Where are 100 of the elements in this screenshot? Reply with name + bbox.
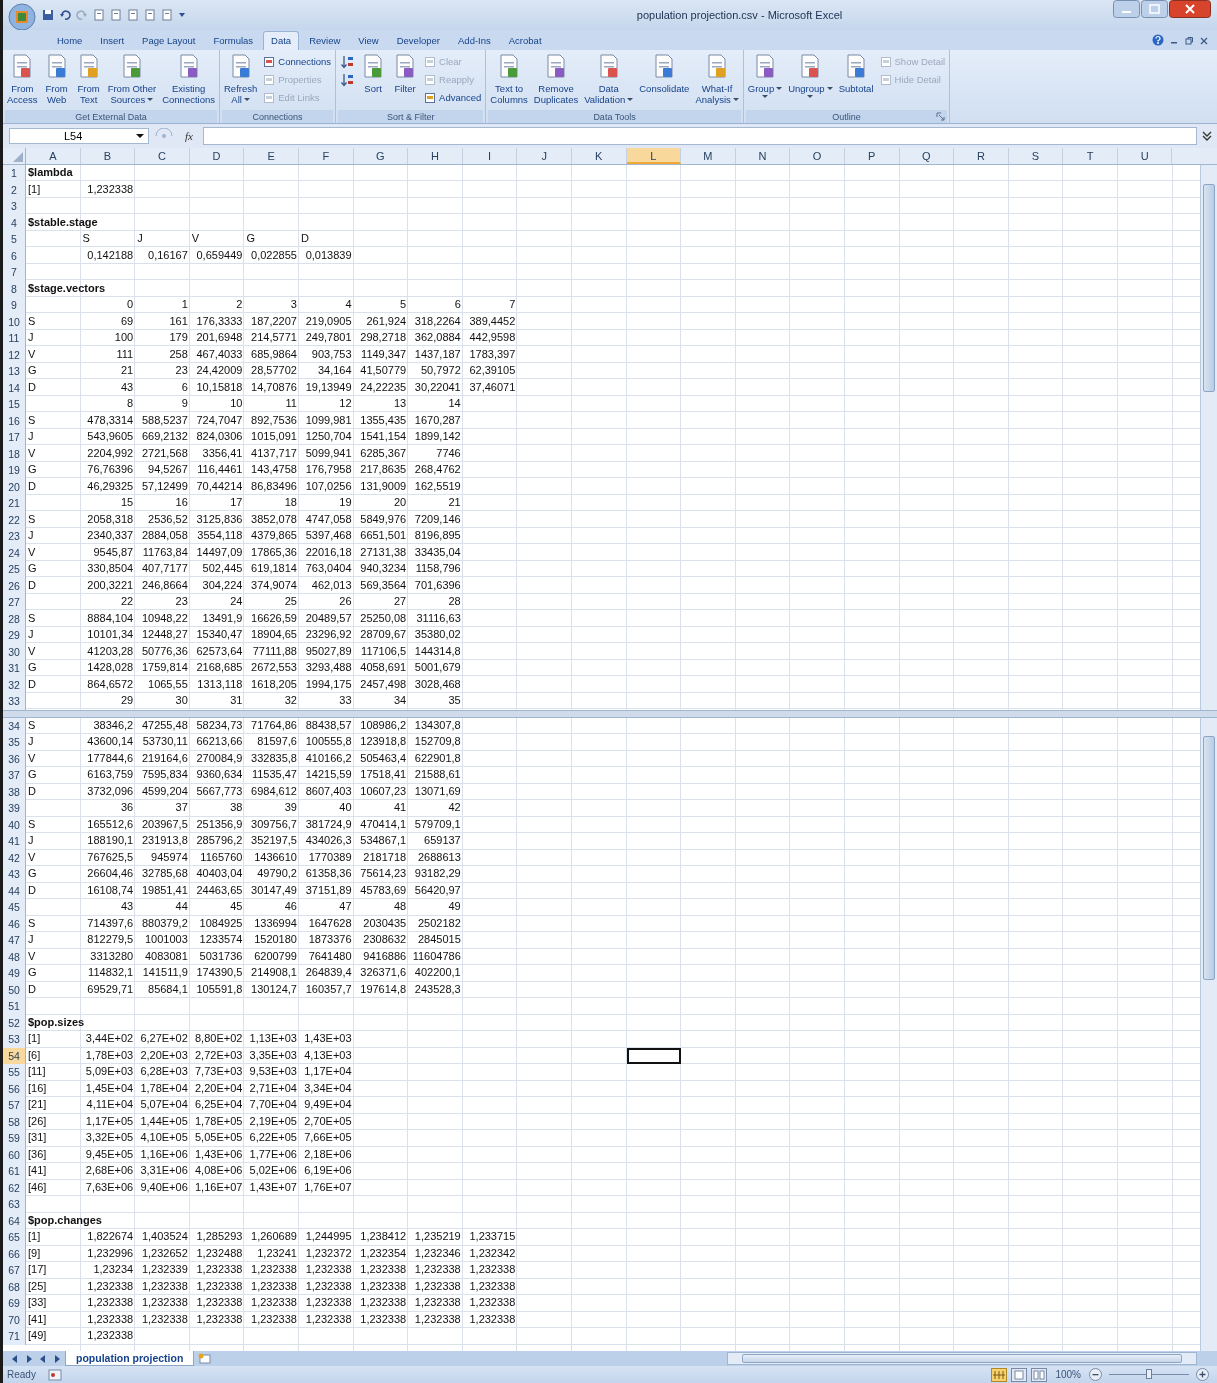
column-header[interactable]: E [244, 148, 299, 164]
page-layout-icon[interactable] [1011, 1367, 1028, 1382]
ribbon-tab[interactable]: Data [263, 31, 300, 50]
row-header[interactable]: 43 [3, 866, 26, 883]
row-header[interactable]: 49 [3, 965, 26, 982]
zoom-slider[interactable] [1146, 1369, 1152, 1379]
maximize-button[interactable] [1141, 0, 1168, 18]
row-header[interactable]: 29 [3, 627, 26, 644]
ribbon-button[interactable]: Filter [390, 53, 421, 94]
ribbon-tab[interactable]: Formulas [205, 31, 262, 50]
column-header[interactable]: S [1008, 148, 1064, 164]
column-header[interactable]: U [1117, 148, 1173, 164]
ribbon-button[interactable]: Refresh All [222, 53, 260, 105]
row-header[interactable]: 53 [3, 1031, 26, 1048]
vertical-scrollbar[interactable] [1200, 165, 1217, 710]
document-icon[interactable] [110, 9, 122, 21]
row-header[interactable]: 47 [3, 932, 26, 949]
column-header[interactable]: P [844, 148, 900, 164]
ribbon-button[interactable]: From Other Sources [105, 53, 159, 105]
column-header[interactable]: I [462, 148, 518, 164]
row-header[interactable]: 23 [3, 528, 26, 545]
row-header[interactable]: 27 [3, 594, 26, 611]
row-header[interactable]: 5 [3, 231, 26, 248]
row-header[interactable]: 63 [3, 1196, 26, 1213]
row-header[interactable]: 1 [3, 165, 26, 182]
row-header[interactable]: 67 [3, 1262, 26, 1279]
column-header[interactable]: M [681, 148, 736, 164]
zoom-in-button[interactable] [1196, 1368, 1209, 1381]
row-header[interactable]: 25 [3, 561, 26, 578]
ribbon-button[interactable]: Group [745, 53, 785, 99]
row-header[interactable]: 11 [3, 330, 26, 347]
ribbon-button[interactable]: From Access [5, 53, 40, 105]
zoom-out-button[interactable] [1089, 1368, 1102, 1381]
ribbon-button[interactable]: Existing Connections [160, 53, 217, 105]
ribbon-tab[interactable]: View [350, 31, 387, 50]
row-header[interactable]: 13 [3, 363, 26, 380]
undo-icon[interactable] [59, 9, 71, 21]
row-header[interactable]: 61 [3, 1163, 26, 1180]
normal-view-icon[interactable] [991, 1367, 1008, 1382]
ribbon-button[interactable]: Consolidate [637, 53, 692, 94]
ribbon-button[interactable]: Advanced [422, 89, 484, 106]
document-icon[interactable] [127, 9, 139, 21]
function-label[interactable]: fx [179, 130, 199, 142]
row-header[interactable]: 37 [3, 767, 26, 784]
column-header[interactable]: J [517, 148, 572, 164]
column-header[interactable]: R [954, 148, 1009, 164]
row-header[interactable]: 59 [3, 1130, 26, 1147]
row-header[interactable]: 51 [3, 998, 26, 1015]
column-header[interactable]: Q [899, 148, 955, 164]
pane-splitter[interactable] [3, 709, 1217, 718]
horizontal-scrollbar[interactable] [727, 1352, 1197, 1365]
column-header[interactable]: F [298, 148, 354, 164]
restore-icon[interactable] [1184, 36, 1194, 46]
ribbon-button[interactable]: Connections [261, 53, 334, 70]
row-header[interactable]: 55 [3, 1064, 26, 1081]
close-icon[interactable] [1199, 36, 1209, 46]
row-header[interactable]: 15 [3, 396, 26, 413]
column-header[interactable]: T [1063, 148, 1118, 164]
row-header[interactable]: 57 [3, 1097, 26, 1114]
active-cell[interactable] [626, 1047, 682, 1064]
caret-icon[interactable] [178, 11, 186, 19]
column-header[interactable]: H [408, 148, 463, 164]
column-header[interactable]: G [353, 148, 409, 164]
ribbon-tab[interactable]: Add-Ins [450, 31, 499, 50]
sheet-tab[interactable]: population projection [65, 1351, 195, 1366]
column-header[interactable]: A [26, 148, 81, 164]
row-header[interactable]: 9 [3, 297, 26, 314]
column-header[interactable]: N [735, 148, 791, 164]
column-header[interactable]: O [790, 148, 845, 164]
ribbon-tab[interactable]: Acrobat [500, 31, 550, 50]
row-header[interactable]: 21 [3, 495, 26, 512]
column-header[interactable]: D [189, 148, 245, 164]
page-break-icon[interactable] [1031, 1367, 1048, 1382]
logo-icon[interactable] [7, 3, 37, 31]
macro-record-icon[interactable] [47, 1368, 62, 1381]
ribbon-button[interactable]: Remove Duplicates [531, 53, 581, 105]
ribbon-button[interactable]: Sort [358, 53, 389, 94]
help-icon[interactable] [1152, 34, 1164, 46]
column-header[interactable]: B [80, 148, 136, 164]
ribbon-button[interactable]: Subtotal [836, 53, 876, 94]
row-header[interactable]: 31 [3, 660, 26, 677]
column-header[interactable]: C [135, 148, 190, 164]
ribbon-tab[interactable]: Developer [388, 31, 449, 50]
row-header[interactable]: 41 [3, 833, 26, 850]
row-header[interactable]: 33 [3, 693, 26, 710]
document-icon[interactable] [161, 9, 173, 21]
ribbon-button[interactable]: From Text [73, 53, 104, 105]
row-header[interactable]: 71 [3, 1328, 26, 1345]
document-icon[interactable] [144, 9, 156, 21]
name-box[interactable]: L54 [9, 128, 149, 144]
column-header[interactable]: L [626, 148, 682, 164]
ribbon-button[interactable]: What-If Analysis [693, 53, 741, 105]
row-header[interactable]: 45 [3, 899, 26, 916]
expand-icon[interactable] [1201, 129, 1213, 143]
vertical-scrollbar[interactable] [1200, 717, 1217, 1351]
ribbon-tab[interactable]: Page Layout [134, 31, 204, 50]
row-header[interactable]: 69 [3, 1295, 26, 1312]
column-header[interactable]: K [571, 148, 627, 164]
row-header[interactable]: 3 [3, 198, 26, 215]
ribbon-tab[interactable]: Home [49, 31, 91, 50]
